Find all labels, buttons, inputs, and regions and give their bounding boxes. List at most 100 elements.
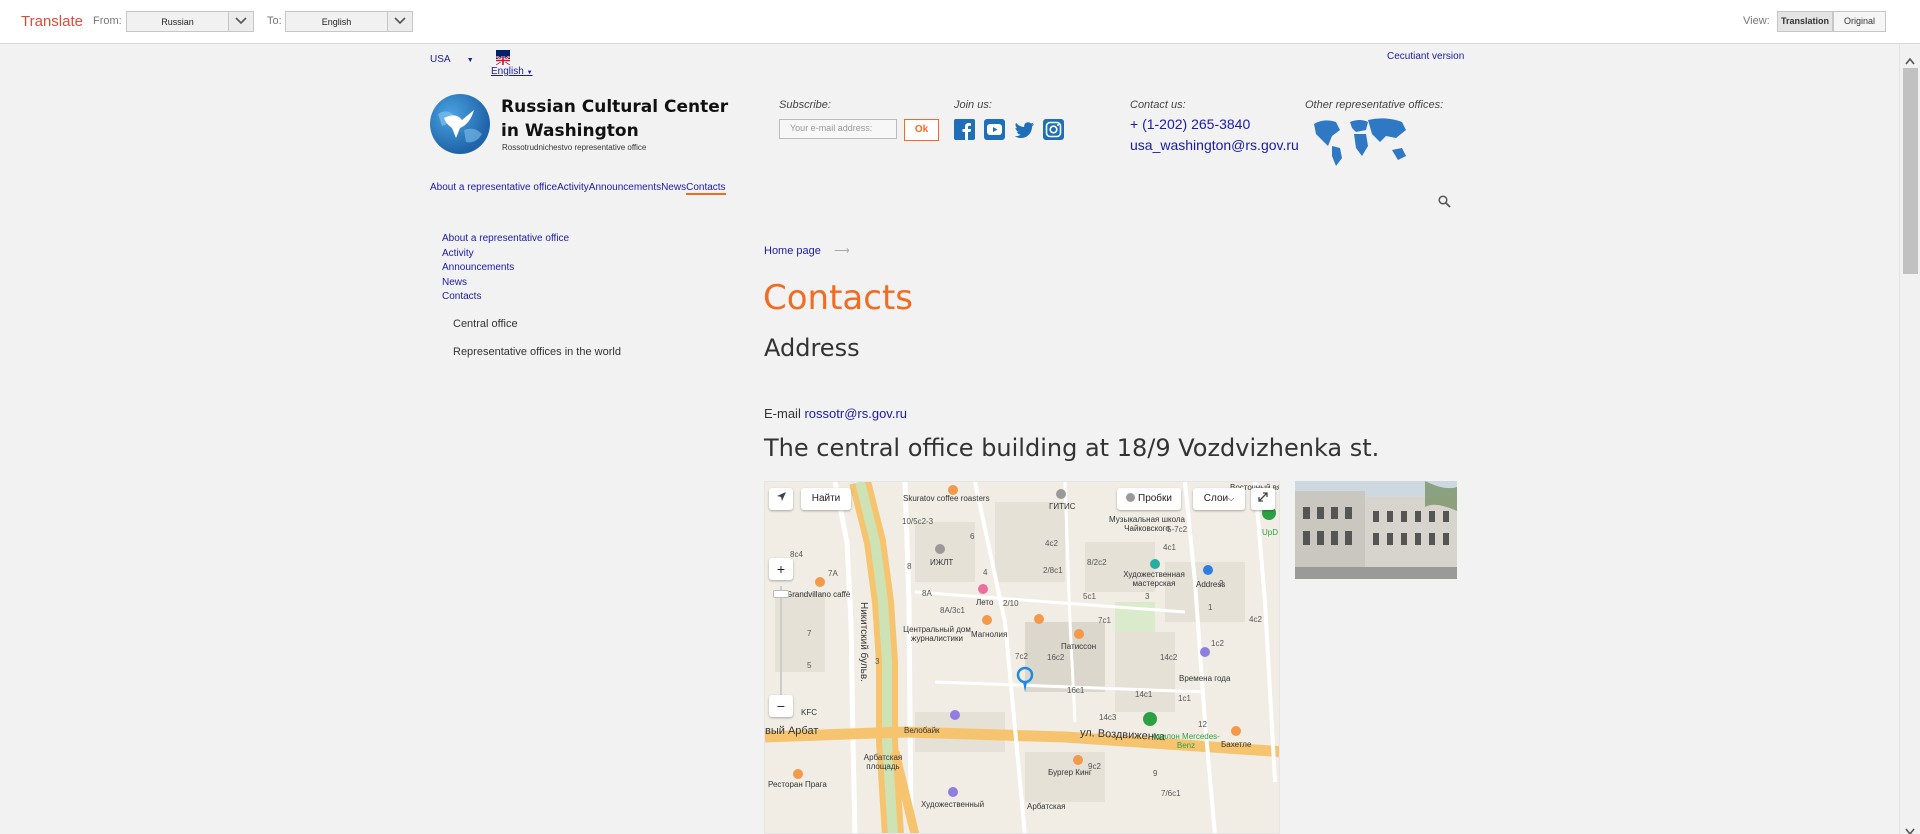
map-number: 7А (828, 569, 838, 578)
map-number: 9с2 (1088, 762, 1101, 771)
from-label: From: (93, 15, 122, 27)
page-scrollbar[interactable] (1899, 44, 1920, 834)
main-nav-item-activity[interactable]: Activity (557, 182, 589, 193)
from-language-select[interactable]: Russian (126, 11, 254, 32)
main-nav-item-about[interactable]: About a representative office (430, 182, 557, 193)
side-nav-item-news[interactable]: News (442, 276, 569, 291)
email-link[interactable]: usa_washington@rs.gov.ru (1130, 137, 1299, 153)
language-select[interactable]: English ▼ (491, 66, 533, 77)
map-number: 8А (922, 589, 932, 598)
map-poi-label: Бахетле (1221, 740, 1252, 749)
map-number: 7с2 (1015, 652, 1028, 661)
map-fullscreen-button[interactable] (1251, 488, 1275, 510)
map-number: 4 (983, 568, 988, 577)
from-language-value: Russian (161, 17, 194, 27)
map-traffic-button[interactable]: Пробки (1117, 488, 1181, 510)
join-us-label: Join us: (954, 99, 992, 111)
language-label: English (491, 66, 524, 77)
globe-dove-logo[interactable] (430, 94, 490, 154)
map-number: 8/2с2 (1087, 558, 1107, 567)
map-poi-label: ИЖЛТ (930, 558, 954, 567)
map-traffic-label: Пробки (1138, 493, 1172, 504)
youtube-icon[interactable] (984, 119, 1005, 140)
location-arrow-icon (776, 492, 787, 504)
side-nav-sub-offices-world[interactable]: Representative offices in the world (453, 346, 621, 358)
map-zoom-slider[interactable] (780, 586, 782, 702)
map-number: 1с2 (1211, 639, 1224, 648)
site-subtitle: Rossotrudnichestvo representative office (502, 143, 647, 152)
map-number: 3 (875, 657, 880, 666)
traffic-light-icon (1126, 493, 1135, 502)
to-language-select[interactable]: English (285, 11, 413, 32)
main-nav-item-news[interactable]: News (661, 182, 686, 193)
map-geolocate-button[interactable] (769, 488, 793, 510)
phone-link[interactable]: + (1-202) 265-3840 (1130, 116, 1250, 132)
facebook-icon[interactable] (954, 119, 975, 140)
view-label: View: (1743, 15, 1770, 27)
arrow-right-icon: ⟶ (833, 245, 850, 257)
side-nav-sub-central-office[interactable]: Central office (453, 318, 518, 330)
map-number: 4с2 (1249, 615, 1262, 624)
scroll-down-icon[interactable] (1905, 820, 1915, 834)
search-icon[interactable] (1438, 193, 1451, 212)
map-number: 7 (807, 629, 812, 638)
original-view-button[interactable]: Original (1833, 11, 1886, 32)
map-zoom-in-button[interactable]: + (769, 558, 793, 580)
map-poi-label: Художественный (921, 800, 985, 809)
map-zoom-out-button[interactable]: − (769, 695, 793, 717)
subscribe-ok-button[interactable]: Ok (904, 119, 939, 141)
other-offices-label: Other representative offices: (1305, 99, 1444, 111)
side-nav-item-announcements[interactable]: Announcements (442, 261, 569, 276)
translate-brand[interactable]: Translate (21, 13, 83, 30)
side-nav-item-activity[interactable]: Activity (442, 247, 569, 262)
map-poi-label: Skuratov coffee roasters (903, 494, 990, 503)
map-number: 6 (970, 532, 975, 541)
region-label: USA (430, 54, 451, 65)
main-nav-item-contacts[interactable]: Contacts (686, 182, 726, 195)
twitter-icon[interactable] (1014, 119, 1035, 140)
map-number: 2 (1219, 579, 1224, 588)
map-street-arbat: вый Арбат (765, 725, 819, 737)
map-number: 4с1 (1163, 543, 1176, 552)
map-poi-label: Авилон Mercedes-Benz (1152, 732, 1220, 750)
breadcrumb: Home page ⟶ (764, 244, 850, 257)
map-number: 2/8с1 (1043, 566, 1063, 575)
uk-flag-icon (495, 50, 511, 66)
map-zoom-handle[interactable] (773, 590, 789, 598)
yandex-map[interactable]: Никитский бульв. ул. Воздвиженка вый Арб… (764, 481, 1280, 834)
address-heading: Address (764, 334, 860, 362)
map-number: 8с4 (790, 550, 803, 559)
map-number: 12 (1198, 720, 1207, 729)
map-number: 4с2 (1045, 539, 1058, 548)
map-number: 14с3 (1099, 713, 1117, 722)
side-nav: About a representative office Activity A… (442, 232, 569, 305)
map-poi-label: Времена года (1179, 674, 1231, 683)
map-find-button[interactable]: Найти (801, 488, 851, 510)
breadcrumb-home-link[interactable]: Home page (764, 245, 821, 257)
chevron-down-icon: ⌵ (1228, 494, 1235, 503)
subscribe-email-input[interactable]: Your e-mail address: (779, 119, 897, 139)
map-layers-label: Слои (1203, 493, 1229, 504)
caret-down-icon: ▼ (466, 57, 474, 64)
scroll-up-icon[interactable] (1905, 50, 1915, 69)
side-nav-item-about[interactable]: About a representative office (442, 232, 569, 247)
map-poi-label: Магнолия (971, 630, 1008, 639)
instagram-icon[interactable] (1043, 119, 1064, 140)
subscribe-label: Subscribe: (779, 99, 831, 111)
world-map-icon[interactable] (1310, 116, 1412, 168)
side-nav-item-contacts[interactable]: Contacts (442, 290, 569, 305)
map-layers-button[interactable]: Слои⌵ (1193, 488, 1245, 510)
cecutiant-version-link[interactable]: Cecutiant version (1387, 51, 1464, 62)
region-select[interactable]: USA ▼ (430, 54, 474, 65)
site-title[interactable]: Russian Cultural Center in Washington (501, 95, 741, 143)
translation-view-button[interactable]: Translation (1777, 11, 1833, 32)
to-language-value: English (321, 17, 352, 27)
contact-us-label: Contact us: (1130, 99, 1186, 111)
email-address-link[interactable]: rossotr@rs.gov.ru (804, 406, 907, 421)
scrollbar-thumb[interactable] (1903, 68, 1918, 274)
map-poi-label: UpD (1262, 528, 1279, 537)
main-nav-item-announcements[interactable]: Announcements (589, 182, 661, 193)
to-label: To: (267, 15, 282, 27)
building-photo[interactable] (1295, 481, 1457, 579)
map-number: 3 (1145, 592, 1150, 601)
